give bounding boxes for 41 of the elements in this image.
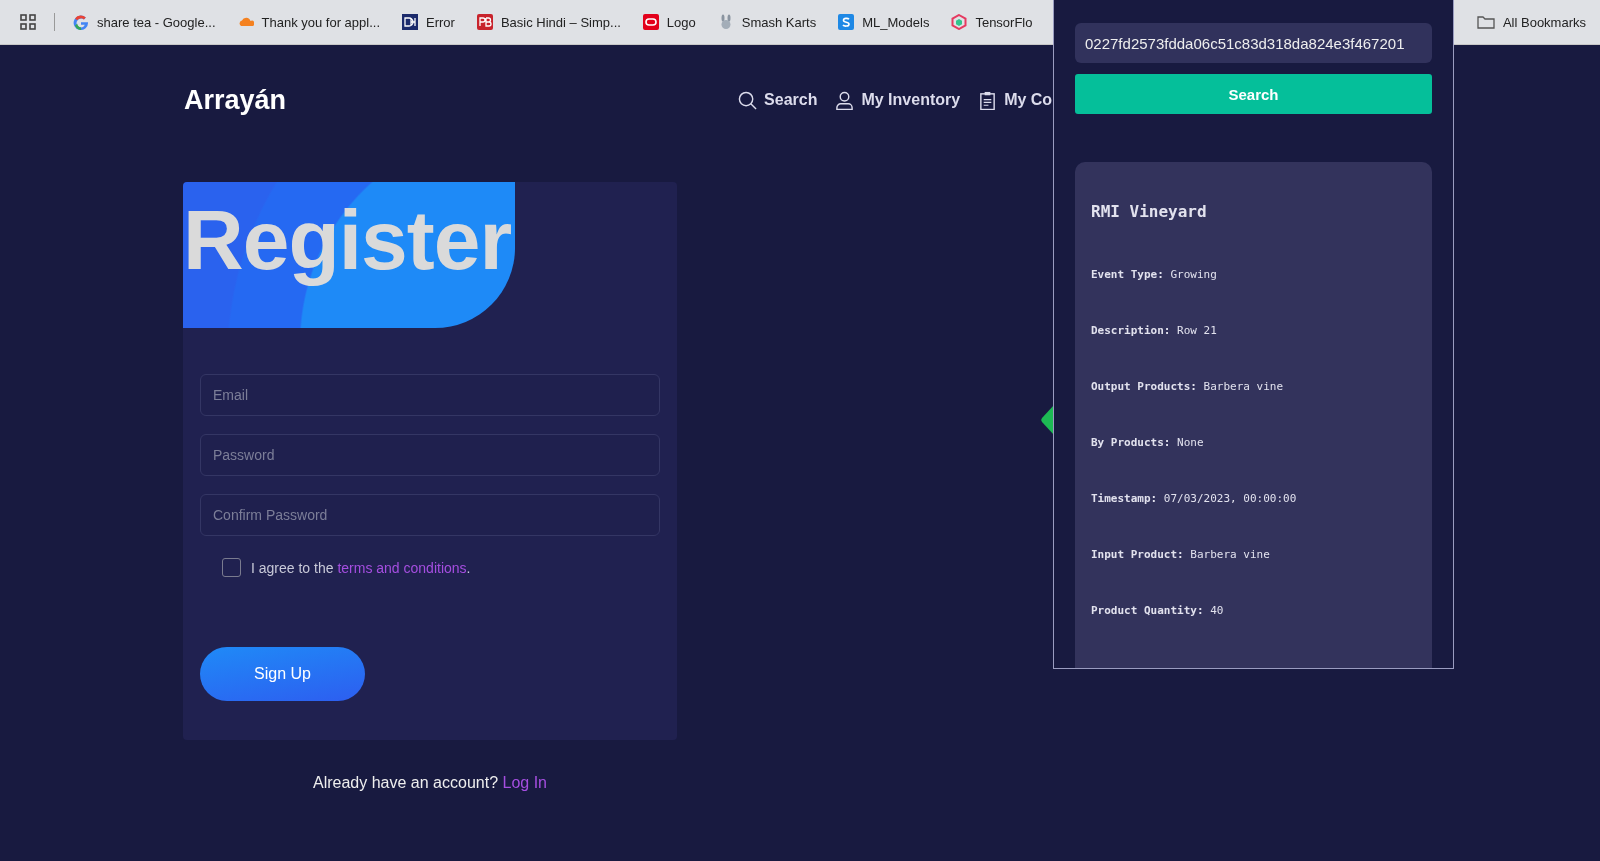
folder-icon xyxy=(1476,14,1495,30)
pb-logo-icon xyxy=(476,14,493,30)
bookmark-item[interactable]: TensorFlo xyxy=(951,14,1033,30)
detail-line: By Products: None xyxy=(1091,436,1205,449)
bookmark-item[interactable]: Thank you for appl... xyxy=(237,14,381,30)
agree-label: I agree to the terms and conditions. xyxy=(251,559,471,576)
bookmark-item[interactable]: Error xyxy=(402,14,455,30)
detail-line: Product Quantity: 40 xyxy=(1091,604,1225,617)
detail-line: Output Products: Barbera vine xyxy=(1091,380,1285,393)
agree-checkbox[interactable] xyxy=(222,558,241,577)
bookmark-item[interactable]: Basic Hindi – Simp... xyxy=(476,14,621,30)
nav-link[interactable]: Search xyxy=(738,90,818,110)
all-bookmarks-item[interactable]: All Bookmarks xyxy=(1476,14,1586,30)
result-title: RMI Vineyard xyxy=(1091,202,1208,221)
login-prompt: Already have an account? Log In xyxy=(312,774,548,792)
apps-grid-icon[interactable] xyxy=(20,14,36,30)
bookmark-item[interactable]: Logo xyxy=(642,14,696,30)
s-logo-icon xyxy=(838,14,855,30)
site-logo[interactable]: Arrayán xyxy=(184,84,287,116)
bookmark-item[interactable]: ML_Models xyxy=(838,14,930,30)
nav-link[interactable]: My Inventory xyxy=(835,90,961,110)
detail-line: Timestamp: 07/03/2023, 00:00:00 xyxy=(1091,492,1298,505)
text-input-field[interactable]: Confirm Password xyxy=(200,494,660,536)
search-icon xyxy=(738,90,758,110)
nav-link[interactable]: My Co xyxy=(978,90,1053,110)
text-input-field[interactable]: Email xyxy=(200,374,660,416)
clipboard-icon xyxy=(978,90,998,110)
text-input-field[interactable]: Password xyxy=(200,434,660,476)
cube-logo-icon xyxy=(951,14,968,30)
detail-line: Input Product: Barbera vine xyxy=(1091,548,1271,561)
log-in-link[interactable]: Log In xyxy=(502,774,547,791)
google-g-icon xyxy=(73,14,89,30)
sign-up-button[interactable]: Sign Up xyxy=(200,647,365,701)
person-icon xyxy=(835,90,855,110)
detail-line: Description: Row 21 xyxy=(1091,324,1218,337)
bookmark-item[interactable]: Smash Karts xyxy=(717,14,817,30)
oval-logo-icon xyxy=(642,14,659,30)
dh-logo-icon xyxy=(402,14,419,30)
hash-search-field[interactable]: 0227fd2573fdda06c51c83d318da824e3f467201 xyxy=(1075,23,1432,63)
detail-line: Event Type: Growing xyxy=(1091,268,1218,281)
bookmark-item[interactable]: share tea - Google... xyxy=(73,14,216,30)
